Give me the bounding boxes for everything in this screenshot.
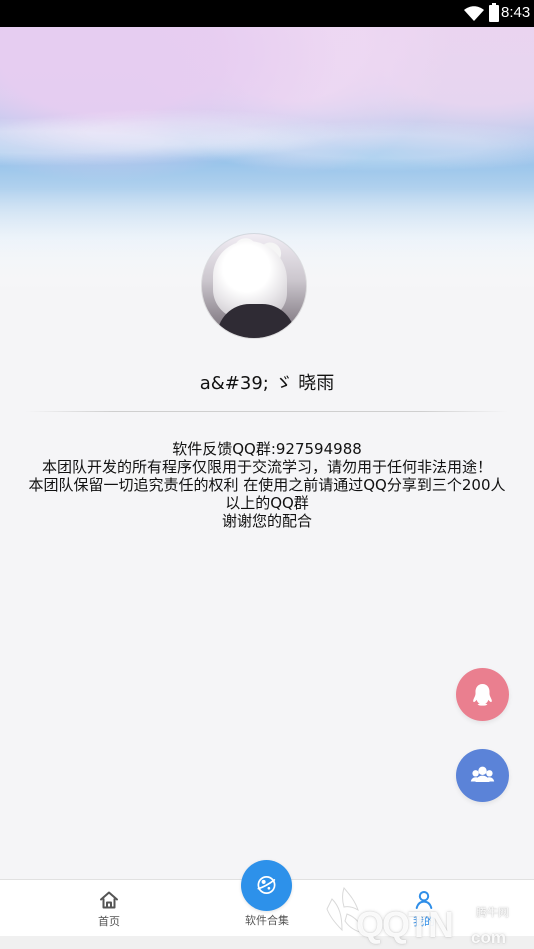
share-requirement-text: 本团队保留一切追究责任的权利 在使用之前请通过QQ分享到三个200人以上的QQ群 <box>28 476 506 512</box>
user-icon <box>415 891 433 909</box>
thanks-text: 谢谢您的配合 <box>221 512 312 530</box>
profile-divider <box>26 411 508 412</box>
software-collection-tab[interactable]: 软件合集 <box>202 857 332 935</box>
notice-text: 软件反馈QQ群:927594988 本团队开发的所有程序仅限用于交流学习，请勿用… <box>22 440 512 530</box>
group-icon <box>470 766 495 782</box>
nav-home[interactable]: 首页 <box>44 880 174 936</box>
user-avatar[interactable] <box>202 234 306 338</box>
home-icon <box>100 891 118 909</box>
system-navigation-strip <box>0 935 534 949</box>
planet-icon <box>257 875 276 895</box>
nav-home-label: 首页 <box>98 915 120 928</box>
qq-floating-button[interactable] <box>456 668 509 721</box>
status-bar: 8:43 <box>0 0 534 27</box>
group-floating-button[interactable] <box>456 749 509 802</box>
feedback-group-text: 软件反馈QQ群:927594988 <box>172 440 362 458</box>
username: a&#39; ゞ 晓雨 <box>199 373 335 394</box>
qq-icon <box>473 684 492 706</box>
software-collection-label: 软件合集 <box>245 914 289 927</box>
software-collection-button[interactable] <box>241 860 292 911</box>
battery-icon <box>489 3 499 22</box>
usage-warning-text: 本团队开发的所有程序仅限用于交流学习，请勿用于任何非法用途！ <box>41 458 492 476</box>
status-time: 8:43 <box>501 4 531 21</box>
nav-mine-label: 我的 <box>413 915 435 928</box>
wifi-icon <box>464 6 484 21</box>
nav-mine[interactable]: 我的 <box>359 880 489 936</box>
